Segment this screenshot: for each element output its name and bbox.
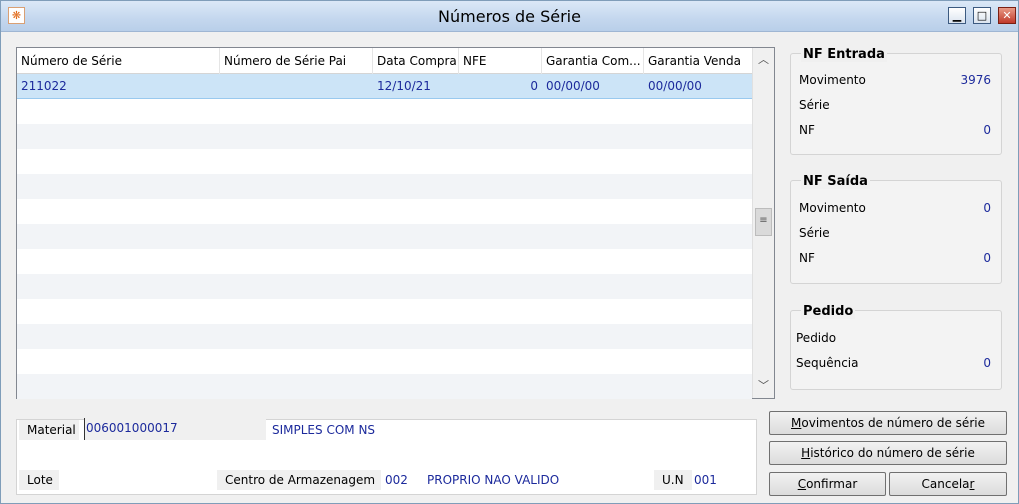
table-row-empty[interactable] [17, 174, 752, 199]
column-header-garantia-venda[interactable]: Garantia Venda [644, 48, 752, 74]
table-row-empty[interactable] [17, 324, 752, 349]
cell-numero-serie-pai [220, 74, 373, 99]
grid-header: Número de Série Número de Série Pai Data… [17, 48, 752, 74]
column-header-numero-serie-pai[interactable]: Número de Série Pai [220, 48, 373, 74]
historico-hotkey: H [801, 446, 811, 460]
table-row[interactable]: 211022 12/10/21 0 00/00/00 00/00/00 [17, 74, 752, 99]
historico-label: istórico do número de série [810, 446, 975, 460]
table-row-empty[interactable] [17, 149, 752, 174]
maximize-icon: □ [976, 9, 988, 22]
pedido-group: Pedido Pedido Sequência 0 [790, 304, 1002, 390]
un-label: U.N [654, 470, 692, 490]
cancelar-label: Cancela [921, 477, 970, 491]
window-title: Números de Série [438, 7, 581, 26]
confirmar-label: onfirmar [806, 477, 858, 491]
title-bar[interactable]: ❋ Números de Série ▁ □ ✕ [1, 1, 1018, 32]
historico-numero-serie-button[interactable]: Histórico do número de série [769, 441, 1007, 465]
column-header-garantia-compra[interactable]: Garantia Com... [542, 48, 644, 74]
centro-armazenagem-description: PROPRIO NAO VALIDO [427, 473, 560, 487]
material-label: Material [19, 420, 79, 440]
minimize-button[interactable]: ▁ [948, 7, 966, 24]
material-info-panel: Material 006001000017 SIMPLES COM NS Lot… [16, 418, 757, 495]
column-header-numero-serie[interactable]: Número de Série [17, 48, 220, 74]
table-row-empty[interactable] [17, 99, 752, 124]
lote-label: Lote [19, 470, 59, 490]
movimentos-hotkey: M [791, 416, 802, 430]
table-row-empty[interactable] [17, 124, 752, 149]
minimize-icon: ▁ [952, 9, 962, 22]
grid-vertical-scrollbar[interactable]: ︿ ≡ ﹀ [752, 48, 774, 398]
nf-saida-group: NF Saída Movimento 0 Série NF 0 [790, 174, 1002, 284]
material-description: SIMPLES COM NS [272, 423, 376, 437]
scroll-down-arrow-icon[interactable]: ﹀ [753, 375, 774, 397]
grid-rows: 211022 12/10/21 0 00/00/00 00/00/00 [17, 74, 752, 399]
material-code-field[interactable]: 006001000017 [84, 418, 266, 440]
table-row-empty[interactable] [17, 199, 752, 224]
centro-armazenagem-label: Centro de Armazenagem [217, 470, 381, 490]
nf-saida-nf-label: NF [799, 251, 815, 265]
pedido-label: Pedido [796, 331, 837, 345]
cell-data-compra: 12/10/21 [377, 79, 431, 93]
nf-entrada-movimento-value: 3976 [960, 73, 991, 87]
cancelar-button[interactable]: Cancelar [889, 472, 1007, 496]
movimentos-numero-serie-button[interactable]: Movimentos de número de série [769, 411, 1007, 435]
nf-saida-title: NF Saída [801, 174, 870, 189]
table-row-empty[interactable] [17, 299, 752, 324]
nf-entrada-movimento-label: Movimento [799, 73, 866, 87]
maximize-button[interactable]: □ [973, 7, 991, 24]
close-button[interactable]: ✕ [998, 7, 1016, 24]
cell-numero-serie: 211022 [21, 79, 67, 93]
table-row-empty[interactable] [17, 374, 752, 399]
un-value: 001 [694, 473, 717, 487]
scroll-up-arrow-icon[interactable]: ︿ [753, 49, 774, 71]
nf-entrada-serie-label: Série [799, 98, 830, 112]
nf-entrada-nf-label: NF [799, 123, 815, 137]
cell-garantia-venda: 00/00/00 [648, 79, 702, 93]
empty-rows [17, 99, 752, 399]
confirmar-button[interactable]: Confirmar [769, 472, 886, 496]
column-header-data-compra[interactable]: Data Compra [373, 48, 459, 74]
pedido-title: Pedido [801, 304, 856, 319]
sequencia-value: 0 [983, 356, 991, 370]
table-row-empty[interactable] [17, 274, 752, 299]
close-icon: ✕ [1002, 9, 1012, 22]
cancelar-hotkey: r [969, 477, 975, 491]
nf-entrada-group: NF Entrada Movimento 3976 Série NF 0 [790, 47, 1002, 155]
nf-saida-serie-label: Série [799, 226, 830, 240]
nf-saida-movimento-label: Movimento [799, 201, 866, 215]
nf-entrada-title: NF Entrada [801, 47, 887, 62]
column-header-nfe[interactable]: NFE [459, 48, 542, 74]
table-row-empty[interactable] [17, 249, 752, 274]
nf-saida-nf-value: 0 [983, 251, 991, 265]
sequencia-label: Sequência [796, 356, 859, 370]
cell-garantia-compra: 00/00/00 [546, 79, 600, 93]
serial-number-grid[interactable]: Número de Série Número de Série Pai Data… [16, 47, 775, 399]
centro-armazenagem-code: 002 [385, 473, 408, 487]
nf-saida-movimento-value: 0 [983, 201, 991, 215]
cell-nfe: 0 [530, 79, 538, 93]
scroll-thumb[interactable]: ≡ [755, 208, 772, 236]
table-row-empty[interactable] [17, 224, 752, 249]
dialog-window: ❋ Números de Série ▁ □ ✕ Número de Série… [0, 0, 1019, 504]
nf-entrada-nf-value: 0 [983, 123, 991, 137]
movimentos-label: ovimentos de número de série [801, 416, 985, 430]
table-row-empty[interactable] [17, 349, 752, 374]
confirmar-hotkey: C [797, 477, 807, 491]
